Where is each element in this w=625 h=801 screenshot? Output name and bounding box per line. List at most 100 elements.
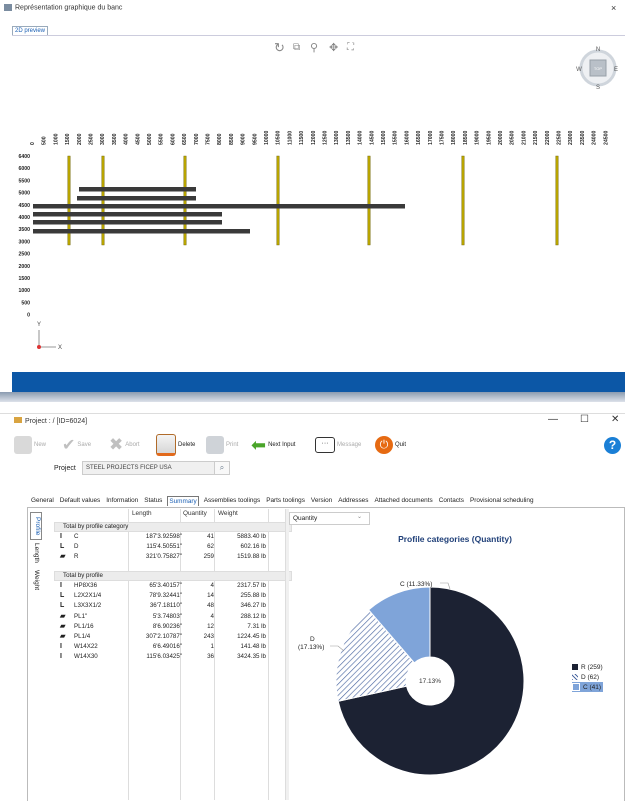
legend-item-r[interactable]: R (259): [572, 662, 603, 672]
group-header-category[interactable]: Total by profile category: [54, 522, 292, 532]
view-compass[interactable]: TOP N S E W: [576, 46, 620, 90]
ruler-label: 6000: [170, 133, 176, 145]
tab-contacts[interactable]: Contacts: [438, 496, 465, 506]
delete-button[interactable]: Delete: [156, 434, 195, 456]
profile-type-icon: ▰: [60, 622, 66, 630]
table-row[interactable]: I C 187'3.92598" 41 5883.40 lb: [54, 532, 282, 541]
ruler-label: 5000: [147, 133, 153, 145]
vtab-weight[interactable]: Weight: [30, 566, 40, 594]
zoom-icon[interactable]: ⚲: [310, 41, 318, 54]
minimize-button[interactable]: —: [548, 414, 558, 425]
row-weight: 7.31 lb: [247, 622, 266, 630]
chevron-down-icon[interactable]: ⌄: [357, 513, 362, 520]
axis-origin: [37, 345, 41, 349]
table-row[interactable]: ▰ R 321'0.75827" 259 1519.88 lb: [54, 552, 282, 561]
row-name: L2X2X1/4: [74, 592, 102, 600]
tab-parts-toolings[interactable]: Parts toolings: [265, 496, 306, 506]
row-quantity: 14: [207, 592, 214, 600]
ruler-label: 3000: [100, 133, 106, 145]
profile-type-icon: I: [60, 582, 62, 589]
ruler-label: 8000: [217, 133, 223, 145]
tab-assemblies-toolings[interactable]: Assemblies toolings: [203, 496, 261, 506]
table-row[interactable]: L L2X2X1/4 78'9.32441" 14 255.88 lb: [54, 591, 282, 600]
table-row[interactable]: ▰ PL1" 5'3.74803" 4 288.12 lb: [54, 612, 282, 621]
row-length: 65'3.40157": [149, 582, 182, 589]
print-button[interactable]: Print: [206, 434, 238, 456]
row-name: PL1": [74, 612, 88, 620]
close-button[interactable]: ✕: [611, 414, 619, 425]
y-axis-label: 2000: [18, 264, 30, 270]
slice-label-d-pct: (17.13%): [298, 644, 324, 651]
table-row[interactable]: I W14X22 6'6.49016" 1 141.48 lb: [54, 642, 282, 651]
next-input-button[interactable]: ⬅ Next Input: [251, 434, 295, 456]
slice-label-c: C (11.33%): [400, 581, 432, 588]
preview-frame-line: [12, 35, 625, 36]
header-weight[interactable]: Weight: [218, 510, 238, 517]
row-quantity: 243: [203, 633, 214, 640]
legend-swatch: [572, 683, 580, 691]
legend-item-c[interactable]: C (41): [572, 682, 603, 692]
chart-title: Profile categories (Quantity): [398, 534, 512, 544]
bench-post: [276, 155, 280, 246]
help-icon[interactable]: ?: [604, 437, 621, 454]
tab-summary[interactable]: Summary: [167, 496, 199, 506]
legend-swatch: [572, 674, 578, 680]
ruler-label: 16500: [416, 130, 422, 145]
table-row[interactable]: L D 115'4.50551" 62 602.16 lb: [54, 542, 282, 551]
compass-e: E: [614, 67, 618, 73]
tab-status[interactable]: Status: [143, 496, 163, 506]
vtab-length[interactable]: Length: [30, 540, 40, 566]
rotate-icon[interactable]: ↻: [274, 40, 285, 56]
bench-drawing: 0 500 1000 1500 2000 2500 3000 3500 4000 4500 5000…: [18, 130, 609, 351]
panel-splitter[interactable]: [285, 509, 289, 800]
tab-general[interactable]: General: [30, 496, 55, 506]
row-quantity: 1: [210, 643, 214, 651]
save-button[interactable]: ✔ Save: [62, 434, 91, 456]
compass-top-label: TOP: [594, 66, 602, 71]
vtab-profile[interactable]: Profile: [30, 512, 42, 540]
row-name: PL1/16: [74, 622, 94, 630]
tab-default-values[interactable]: Default values: [59, 496, 102, 506]
zoom-window-icon[interactable]: ⧉: [293, 42, 300, 53]
tab-information[interactable]: Information: [105, 496, 139, 506]
ruler-label: 12000: [311, 130, 317, 145]
ruler-label: 22000: [545, 130, 551, 145]
group-header-profile[interactable]: Total by profile: [54, 571, 292, 581]
preview-window-title: Représentation graphique du banc: [4, 4, 122, 11]
row-name: R: [74, 553, 79, 561]
tab-provisional-scheduling[interactable]: Provisional scheduling: [469, 496, 535, 506]
compass-w: W: [576, 67, 582, 73]
row-weight: 288.12 lb: [240, 612, 266, 620]
close-preview-button[interactable]: ×: [611, 3, 616, 13]
project-lookup-icon[interactable]: ⌕: [214, 461, 230, 475]
delete-icon: [156, 434, 176, 456]
fit-icon[interactable]: ⛶: [347, 42, 354, 53]
new-button[interactable]: New: [14, 434, 46, 456]
tab-2d-preview[interactable]: 2D preview: [12, 26, 49, 35]
bench-bar: [33, 204, 405, 209]
compass-s: S: [596, 85, 600, 90]
tab-attached-documents[interactable]: Attached documents: [373, 496, 433, 506]
tab-version[interactable]: Version: [310, 496, 333, 506]
ruler-label: 9000: [241, 133, 247, 145]
pan-icon[interactable]: ✥: [329, 41, 338, 54]
table-row[interactable]: I HP8X36 65'3.40157" 4 2317.57 lb: [54, 581, 282, 590]
message-button[interactable]: ··· Message: [315, 434, 361, 456]
maximize-button[interactable]: ☐: [580, 414, 589, 425]
legend-item-d[interactable]: D (62): [572, 672, 603, 682]
header-length[interactable]: Length: [132, 510, 152, 517]
table-row[interactable]: L L3X3X1/2 36'7.18110" 48 346.27 lb: [54, 601, 282, 610]
abort-button[interactable]: ✖ Abort: [109, 434, 140, 456]
bench-bar: [79, 187, 196, 192]
project-field[interactable]: STEEL PROJECTS FICEP USA: [82, 461, 217, 475]
tab-addresses[interactable]: Addresses: [337, 496, 369, 506]
y-axis-label: 6400: [18, 154, 30, 160]
header-quantity[interactable]: Quantity: [183, 510, 207, 517]
table-row[interactable]: I W14X30 115'6.03425" 36 3424.35 lb: [54, 652, 282, 661]
quit-button[interactable]: ⏻ Quit: [375, 434, 406, 456]
table-row[interactable]: ▰ PL1/4 307'2.10787" 243 1224.45 lb: [54, 632, 282, 641]
ruler-label: 10000: [264, 130, 270, 145]
table-row[interactable]: ▰ PL1/16 8'6.90236" 12 7.31 lb: [54, 622, 282, 631]
ruler-label: 7500: [206, 133, 212, 145]
ruler-label: 2000: [77, 133, 83, 145]
